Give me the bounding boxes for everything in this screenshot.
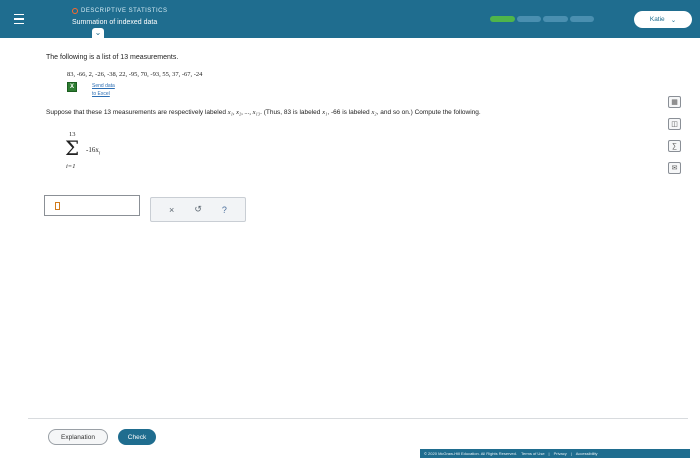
table-icon[interactable]: ◫: [668, 118, 681, 130]
explanation-button[interactable]: Explanation: [48, 429, 108, 445]
check-button[interactable]: Check: [118, 429, 156, 445]
intro-text: The following is a list of 13 measuremen…: [46, 54, 179, 61]
topic-category-label: DESCRIPTIVE STATISTICS: [81, 8, 168, 14]
message-icon[interactable]: ✉: [668, 162, 681, 174]
user-menu-button[interactable]: Katie ⌄: [634, 11, 692, 28]
app-window: DESCRIPTIVE STATISTICS Summation of inde…: [0, 0, 700, 460]
footer-separator: |: [570, 451, 572, 456]
answer-input[interactable]: [44, 195, 140, 216]
footer-bar: © 2020 McGraw-Hill Education. All Rights…: [420, 449, 690, 458]
problem-text-d: , and so on.) Compute the following.: [376, 109, 481, 116]
top-bar: DESCRIPTIVE STATISTICS Summation of inde…: [0, 0, 700, 38]
problem-text-a: Suppose that these 13 measurements are r…: [46, 109, 228, 116]
calculator-icon[interactable]: ▦: [668, 96, 681, 108]
send-to-excel-link[interactable]: Send data to Excel: [92, 82, 115, 98]
progress-segment: [569, 16, 594, 22]
sum-term: -16xi: [86, 146, 100, 156]
footer-separator: |: [548, 451, 550, 456]
divider: [28, 418, 688, 419]
problem-vars: x₁, x₂, ..., x₁₃: [227, 109, 261, 116]
answer-toolbar: × ↺ ?: [150, 197, 246, 222]
copyright-text: © 2020 McGraw-Hill Education. All Rights…: [424, 451, 517, 456]
progress-segment: [490, 16, 515, 22]
tool-column: ▦ ◫ ∑ ✉: [668, 96, 682, 174]
excel-link-line2: to Excel: [92, 91, 110, 97]
progress-bar: [490, 16, 594, 22]
chevron-down-icon: ⌄: [670, 16, 677, 24]
terms-link[interactable]: Terms of Use: [521, 451, 545, 456]
help-icon[interactable]: ?: [222, 205, 227, 215]
sum-lower-limit: i=1: [66, 163, 76, 170]
progress-segment: [516, 16, 541, 22]
topic-status-icon: [72, 8, 78, 14]
clear-icon[interactable]: ×: [169, 205, 174, 215]
problem-statement: Suppose that these 13 measurements are r…: [46, 109, 481, 116]
measurement-list: 83, -66, 2, -26, -38, 22, -95, 70, -93, …: [67, 71, 203, 78]
problem-text-b: . (Thus, 83 is labeled: [260, 109, 323, 116]
formula-icon[interactable]: ∑: [668, 140, 681, 152]
excel-link-line1: Send data: [92, 83, 115, 89]
cursor-box: [55, 202, 60, 210]
accessibility-link[interactable]: Accessibility: [576, 451, 598, 456]
topic-category: DESCRIPTIVE STATISTICS: [72, 8, 167, 14]
chevron-down-icon[interactable]: ⌄: [92, 28, 104, 38]
problem-text-c: , -66 is labeled: [327, 109, 372, 116]
privacy-link[interactable]: Privacy: [554, 451, 567, 456]
sum-term-expr: -16x: [86, 146, 99, 154]
topic-title: Summation of indexed data: [72, 19, 158, 26]
excel-icon[interactable]: X: [67, 82, 77, 92]
undo-icon[interactable]: ↺: [194, 204, 202, 215]
sigma-icon: Σ: [65, 136, 80, 160]
sum-term-subscript: i: [98, 151, 101, 157]
user-name: Katie: [649, 16, 665, 23]
menu-icon[interactable]: [8, 8, 30, 30]
progress-segment: [543, 16, 568, 22]
